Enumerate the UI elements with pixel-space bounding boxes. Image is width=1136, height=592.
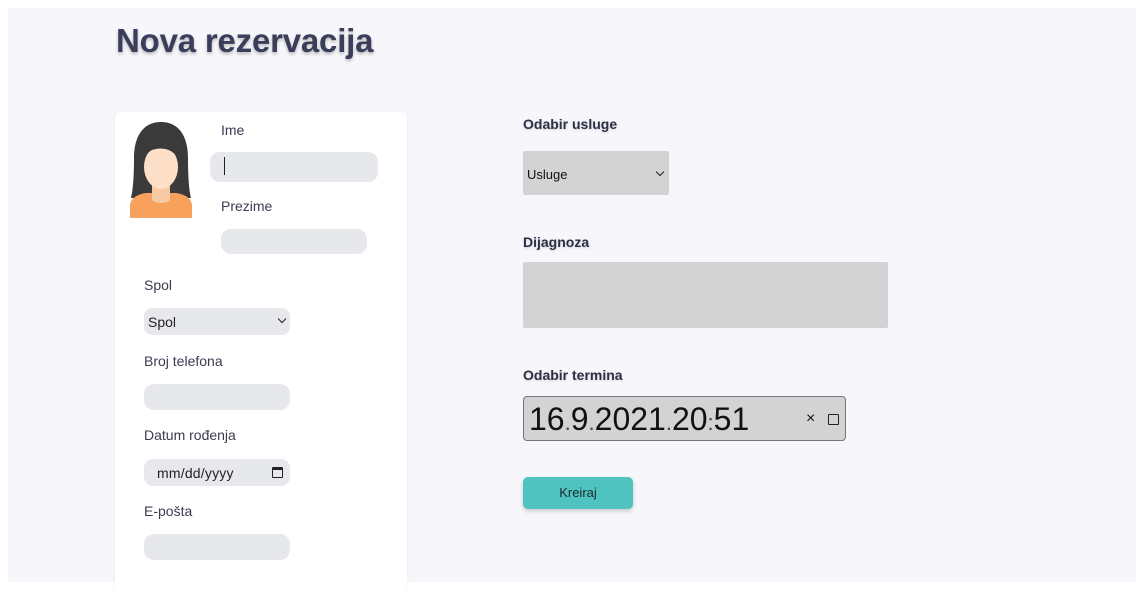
- gender-label: Spol: [144, 277, 173, 293]
- phone-label: Broj telefona: [144, 353, 223, 369]
- birthdate-label: Datum rođenja: [144, 427, 236, 443]
- diagnosis-textarea[interactable]: [523, 262, 888, 328]
- gender-select[interactable]: Spol: [144, 308, 290, 335]
- female-avatar-icon: [130, 122, 192, 218]
- appointment-datetime-input[interactable]: 16.9.2021.20:51 ×: [523, 396, 846, 441]
- text-caret: [224, 157, 225, 175]
- email-label: E-pošta: [144, 503, 193, 519]
- birthdate-input[interactable]: mm/dd/yyyy: [144, 459, 290, 486]
- calendar-icon[interactable]: [828, 414, 839, 425]
- chevron-down-icon: [277, 314, 287, 324]
- appointment-month[interactable]: 9: [571, 401, 589, 437]
- diagnosis-label: Dijagnoza: [523, 234, 590, 250]
- appointment-label: Odabir termina: [523, 367, 623, 383]
- create-button[interactable]: Kreiraj: [523, 477, 633, 509]
- clear-icon[interactable]: ×: [806, 410, 815, 428]
- first-name-label: Ime: [221, 122, 245, 138]
- email-input[interactable]: [144, 534, 290, 560]
- page-title: Nova rezervacija: [116, 22, 374, 59]
- gender-select-value: Spol: [148, 314, 177, 330]
- appointment-year[interactable]: 2021: [595, 401, 666, 437]
- calendar-icon[interactable]: [272, 467, 283, 478]
- service-select[interactable]: Usluge: [523, 151, 669, 195]
- patient-card: Ime Prezime Spol Broj telefona Datum rođ…: [115, 112, 407, 592]
- appointment-day[interactable]: 16: [529, 401, 565, 437]
- last-name-label: Prezime: [221, 198, 273, 214]
- phone-input[interactable]: [144, 384, 290, 410]
- appointment-hour[interactable]: 20: [672, 401, 708, 437]
- appointment-minute[interactable]: 51: [714, 401, 750, 437]
- service-label: Odabir usluge: [523, 116, 618, 132]
- last-name-input[interactable]: [221, 229, 367, 254]
- chevron-down-icon: [655, 167, 665, 177]
- first-name-input[interactable]: [210, 152, 378, 182]
- birthdate-placeholder: mm/dd/yyyy: [157, 465, 234, 481]
- service-select-value: Usluge: [527, 167, 568, 182]
